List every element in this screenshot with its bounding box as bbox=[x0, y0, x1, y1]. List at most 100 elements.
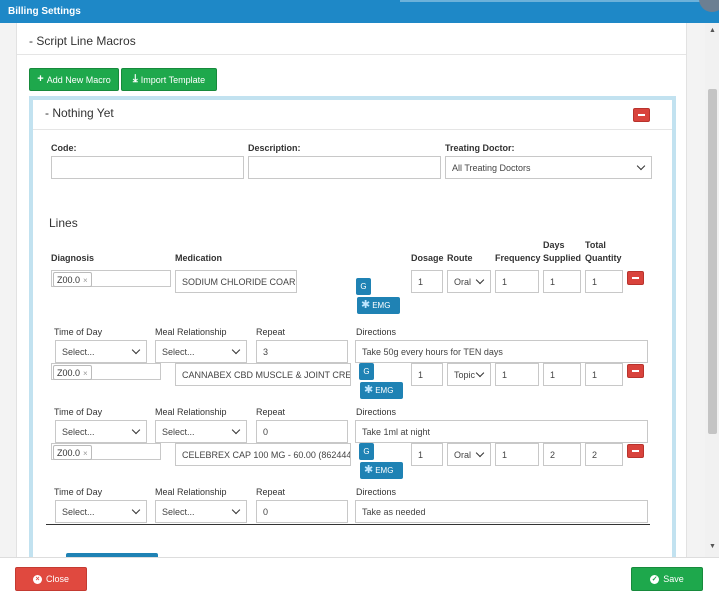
emg-badge-label: EMG bbox=[375, 386, 394, 395]
generic-badge[interactable]: G bbox=[359, 443, 374, 460]
directions-input[interactable]: Take as needed bbox=[355, 500, 648, 523]
macro-divider bbox=[33, 129, 672, 130]
window-titlebar: Billing Settings bbox=[0, 0, 719, 23]
time-of-day-select[interactable]: Select... bbox=[55, 340, 147, 363]
check-circle-icon: ✓ bbox=[650, 574, 660, 584]
time-of-day-select[interactable]: Select... bbox=[55, 420, 147, 443]
save-button-label: Save bbox=[663, 574, 684, 584]
frequency-input[interactable]: 1 bbox=[495, 443, 539, 466]
directions-label: Directions bbox=[356, 407, 397, 417]
remove-macro-button[interactable] bbox=[633, 108, 650, 122]
meal-relationship-select[interactable]: Select... bbox=[155, 340, 247, 363]
total-quantity-input[interactable]: 1 bbox=[585, 270, 623, 293]
import-template-button[interactable]: ⤓ Import Template bbox=[121, 68, 217, 91]
scrollbar-thumb[interactable] bbox=[708, 89, 717, 434]
directions-label: Directions bbox=[356, 327, 397, 337]
script-line-macros-panel: - Script Line Macros + Add New Macro ⤓ I… bbox=[16, 23, 687, 557]
medical-star-icon: ✱ bbox=[364, 384, 374, 396]
medication-input[interactable]: CELEBREX CAP 100 MG - 60.00 (862444012) bbox=[175, 443, 351, 466]
diagnosis-tag-label: Z00.0 bbox=[57, 448, 81, 458]
emg-badge-label: EMG bbox=[372, 301, 391, 310]
days-supplied-input[interactable]: 1 bbox=[543, 363, 581, 386]
diagnosis-tag: Z00.0 × bbox=[53, 272, 92, 287]
meal-relationship-label: Meal Relationship bbox=[155, 407, 227, 417]
section-divider bbox=[17, 54, 686, 55]
lines-heading: Lines bbox=[49, 216, 78, 230]
time-of-day-label: Time of Day bbox=[54, 407, 103, 417]
repeat-input[interactable]: 0 bbox=[256, 420, 348, 443]
generic-badge[interactable]: G bbox=[356, 278, 371, 295]
emg-badge[interactable]: ✱ EMG bbox=[360, 382, 403, 399]
diagnosis-tag-label: Z00.0 bbox=[57, 275, 81, 285]
repeat-label: Repeat bbox=[256, 407, 286, 417]
generic-badge[interactable]: G bbox=[359, 363, 374, 380]
macro-card: - Nothing Yet Code: Description: Treatin… bbox=[29, 96, 676, 557]
remove-line-button[interactable] bbox=[627, 444, 644, 458]
col-medication: Medication bbox=[175, 253, 223, 263]
time-of-day-label: Time of Day bbox=[54, 327, 103, 337]
remove-tag-icon[interactable]: × bbox=[83, 449, 88, 458]
dosage-input[interactable]: 1 bbox=[411, 270, 443, 293]
total-quantity-input[interactable]: 2 bbox=[585, 443, 623, 466]
repeat-label: Repeat bbox=[256, 487, 286, 497]
medication-input[interactable]: CANNABEX CBD MUSCLE & JOINT CRE 5... bbox=[175, 363, 351, 386]
frequency-input[interactable]: 1 bbox=[495, 363, 539, 386]
remove-tag-icon[interactable]: × bbox=[83, 276, 88, 285]
user-avatar[interactable] bbox=[699, 0, 719, 12]
days-supplied-input[interactable]: 1 bbox=[543, 270, 581, 293]
time-of-day-label: Time of Day bbox=[54, 487, 103, 497]
section-title[interactable]: - Script Line Macros bbox=[29, 34, 136, 48]
remove-tag-icon[interactable]: × bbox=[83, 369, 88, 378]
emg-badge[interactable]: ✱ EMG bbox=[360, 462, 403, 479]
treating-doctor-select[interactable]: All Treating Doctors bbox=[445, 156, 652, 179]
meal-relationship-select[interactable]: Select... bbox=[155, 420, 247, 443]
col-frequency: Frequency bbox=[495, 253, 541, 263]
code-input[interactable] bbox=[51, 156, 244, 179]
scroll-up-arrow-icon[interactable]: ▲ bbox=[709, 27, 716, 34]
dosage-input[interactable]: 1 bbox=[411, 363, 443, 386]
dosage-input[interactable]: 1 bbox=[411, 443, 443, 466]
description-input[interactable] bbox=[248, 156, 441, 179]
col-route: Route bbox=[447, 253, 473, 263]
col-dosage: Dosage bbox=[411, 253, 444, 263]
close-button[interactable]: × Close bbox=[15, 567, 87, 591]
col-total-quantity-top: Total bbox=[585, 240, 606, 250]
repeat-input[interactable]: 3 bbox=[256, 340, 348, 363]
close-button-label: Close bbox=[45, 574, 69, 584]
directions-input[interactable]: Take 50g every hours for TEN days bbox=[355, 340, 648, 363]
lines-end-divider bbox=[46, 524, 650, 525]
dialog-body: - Script Line Macros + Add New Macro ⤓ I… bbox=[0, 23, 705, 557]
close-circle-icon: × bbox=[32, 574, 42, 584]
background-header-fragment bbox=[400, 0, 700, 2]
save-button[interactable]: ✓ Save bbox=[631, 567, 703, 591]
plus-icon: + bbox=[37, 73, 44, 85]
emg-badge[interactable]: ✱ EMG bbox=[357, 297, 400, 314]
days-supplied-input[interactable]: 2 bbox=[543, 443, 581, 466]
scroll-down-arrow-icon[interactable]: ▼ bbox=[709, 543, 716, 550]
code-label: Code: bbox=[51, 143, 77, 153]
meal-relationship-label: Meal Relationship bbox=[155, 327, 227, 337]
repeat-label: Repeat bbox=[256, 327, 286, 337]
emg-badge-label: EMG bbox=[375, 466, 394, 475]
add-new-macro-button[interactable]: + Add New Macro bbox=[29, 68, 119, 91]
col-days-supplied-top: Days bbox=[543, 240, 565, 250]
macro-title[interactable]: - Nothing Yet bbox=[45, 106, 114, 120]
total-quantity-input[interactable]: 1 bbox=[585, 363, 623, 386]
medical-star-icon: ✱ bbox=[364, 464, 374, 476]
download-icon: ⤓ bbox=[132, 73, 138, 85]
repeat-input[interactable]: 0 bbox=[256, 500, 348, 523]
diagnosis-tag: Z00.0 × bbox=[53, 445, 92, 460]
medication-input[interactable]: SODIUM CHLORIDE COARS... bbox=[175, 270, 297, 293]
route-select[interactable]: Oral bbox=[447, 443, 491, 466]
route-select[interactable]: Topic bbox=[447, 363, 491, 386]
add-new-macro-label: Add New Macro bbox=[46, 74, 111, 85]
frequency-input[interactable]: 1 bbox=[495, 270, 539, 293]
remove-line-button[interactable] bbox=[627, 271, 644, 285]
directions-input[interactable]: Take 1ml at night bbox=[355, 420, 648, 443]
route-select[interactable]: Oral bbox=[447, 270, 491, 293]
medical-star-icon: ✱ bbox=[361, 299, 371, 311]
vertical-scrollbar[interactable]: ▲ ▼ bbox=[705, 23, 719, 557]
remove-line-button[interactable] bbox=[627, 364, 644, 378]
time-of-day-select[interactable]: Select... bbox=[55, 500, 147, 523]
meal-relationship-select[interactable]: Select... bbox=[155, 500, 247, 523]
